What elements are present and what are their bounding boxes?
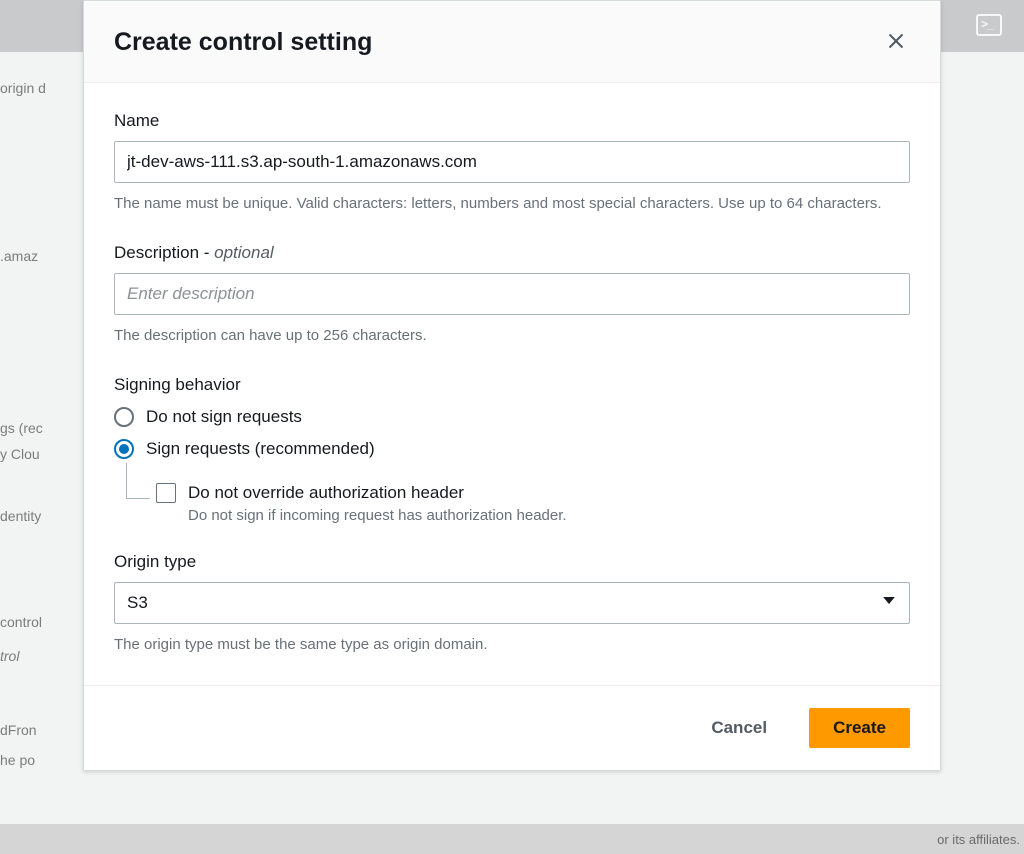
origin-type-label: Origin type xyxy=(114,552,910,572)
close-button[interactable] xyxy=(882,27,910,58)
modal-title: Create control setting xyxy=(114,28,372,57)
origin-type-select[interactable]: S3 xyxy=(114,582,910,624)
description-label: Description - optional xyxy=(114,243,910,263)
checkbox-helper: Do not sign if incoming request has auth… xyxy=(188,507,567,524)
signing-behavior-label: Signing behavior xyxy=(114,375,910,395)
radio-sign-requests[interactable]: Sign requests (recommended) xyxy=(114,439,910,459)
modal-header: Create control setting xyxy=(84,1,940,83)
create-button[interactable]: Create xyxy=(809,708,910,748)
optional-text: optional xyxy=(214,243,274,262)
signing-behavior-field: Signing behavior Do not sign requests Si… xyxy=(114,375,910,524)
checkbox-icon xyxy=(156,483,176,503)
modal-body: Name The name must be unique. Valid char… xyxy=(84,83,940,685)
modal-scrim: Create control setting Name The name mus… xyxy=(0,0,1024,854)
close-icon xyxy=(886,39,906,54)
description-field: Description - optional The description c… xyxy=(114,243,910,347)
description-helper: The description can have up to 256 chara… xyxy=(114,325,910,347)
radio-label: Do not sign requests xyxy=(146,407,302,427)
name-helper: The name must be unique. Valid character… xyxy=(114,193,910,215)
sub-option: Do not override authorization header Do … xyxy=(126,473,910,524)
radio-icon xyxy=(114,407,134,427)
name-field: Name The name must be unique. Valid char… xyxy=(114,111,910,215)
radio-icon xyxy=(114,439,134,459)
checkbox-label: Do not override authorization header xyxy=(188,483,567,503)
tree-connector-icon xyxy=(126,463,150,499)
description-input[interactable] xyxy=(114,273,910,315)
origin-type-field: Origin type S3 The origin type must be t… xyxy=(114,552,910,656)
checkbox-text-col: Do not override authorization header Do … xyxy=(188,483,567,524)
radio-do-not-sign[interactable]: Do not sign requests xyxy=(114,407,910,427)
radio-label: Sign requests (recommended) xyxy=(146,439,375,459)
origin-type-helper: The origin type must be the same type as… xyxy=(114,634,910,656)
name-input[interactable] xyxy=(114,141,910,183)
checkbox-override-auth[interactable]: Do not override authorization header Do … xyxy=(156,473,567,524)
name-label: Name xyxy=(114,111,910,131)
cancel-button[interactable]: Cancel xyxy=(687,708,791,748)
create-control-setting-modal: Create control setting Name The name mus… xyxy=(83,0,941,771)
origin-type-select-wrap: S3 xyxy=(114,582,910,624)
modal-footer: Cancel Create xyxy=(84,685,940,770)
description-label-text: Description - xyxy=(114,243,214,262)
